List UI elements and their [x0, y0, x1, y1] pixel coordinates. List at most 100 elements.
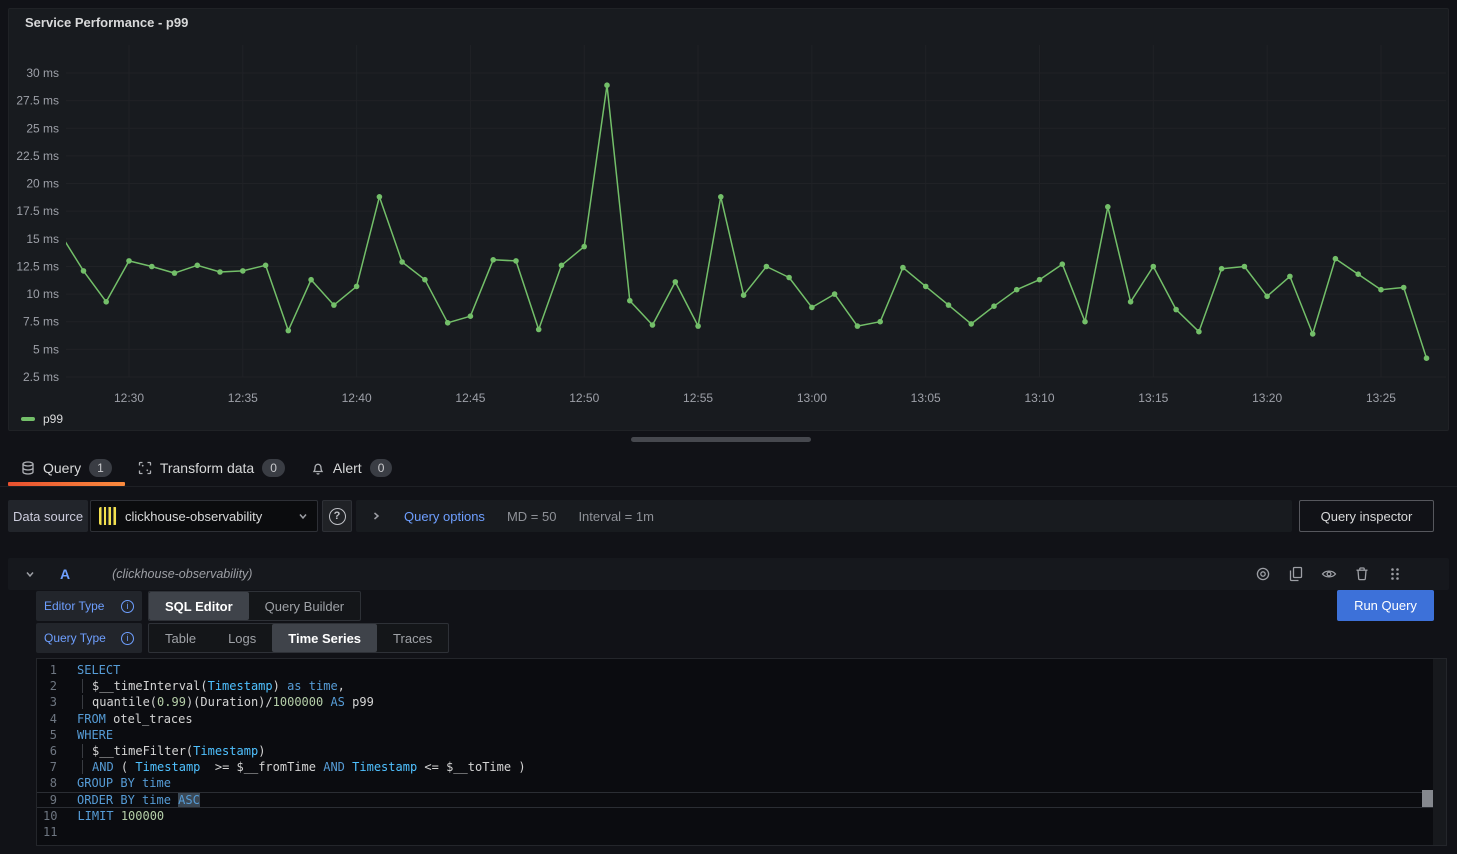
code-token: AND — [92, 760, 114, 774]
code-token: $__timeInterval( — [92, 679, 208, 693]
code-line[interactable]: 6 $__timeFilter(Timestamp) — [37, 743, 1433, 759]
query-type-traces[interactable]: Traces — [377, 624, 448, 652]
question-circle-icon: ? — [329, 508, 346, 525]
code-line[interactable]: 10LIMIT 100000 — [37, 808, 1433, 824]
tab-transform-data[interactable]: Transform data 0 — [125, 451, 298, 485]
data-point — [946, 302, 952, 308]
data-point — [1287, 274, 1293, 280]
code-line[interactable]: 3quantile(0.99)(Duration)/1000000 AS p99 — [37, 694, 1433, 710]
code-token: Timestamp — [352, 760, 417, 774]
data-point — [1014, 287, 1020, 293]
data-point — [1082, 319, 1088, 325]
data-point — [968, 321, 974, 327]
code-token: quantile( — [92, 695, 157, 709]
line-number: 6 — [43, 743, 57, 759]
x-axis-tick-label: 13:25 — [1366, 391, 1396, 405]
code-line[interactable]: 1SELECT — [37, 662, 1433, 678]
datasource-help-button[interactable]: ? — [322, 500, 352, 532]
legend-series-label[interactable]: p99 — [43, 412, 63, 426]
y-axis-tick-label: 2.5 ms — [23, 370, 59, 384]
editor-type-sql-editor[interactable]: SQL Editor — [149, 592, 249, 620]
code-line-text: AND ( Timestamp >= $__fromTime AND Times… — [77, 759, 526, 775]
eye-icon[interactable] — [1317, 562, 1341, 586]
tab-alert[interactable]: Alert 0 — [298, 451, 405, 485]
info-circle-icon[interactable]: i — [121, 632, 134, 645]
code-line-text: quantile(0.99)(Duration)/1000000 AS p99 — [77, 694, 374, 710]
code-line-text: $__timeFilter(Timestamp) — [77, 743, 265, 759]
code-token: FROM — [77, 712, 106, 726]
code-editor-scrollbar[interactable] — [1433, 658, 1447, 846]
timeseries-panel: Service Performance - p99 30 ms27.5 ms25… — [8, 8, 1449, 431]
query-row-header[interactable]: A (clickhouse-observability) — [8, 558, 1449, 590]
run-query-button[interactable]: Run Query — [1337, 590, 1434, 621]
code-line[interactable]: 11 — [37, 824, 1433, 840]
page-scrollbar-thumb[interactable] — [631, 437, 811, 442]
data-point — [1424, 355, 1430, 361]
query-type-time-series[interactable]: Time Series — [272, 624, 377, 652]
record-icon[interactable] — [1251, 562, 1275, 586]
tab-alert-count: 0 — [370, 459, 393, 477]
data-point — [1264, 294, 1270, 300]
code-token — [302, 679, 309, 693]
datasource-picker[interactable]: clickhouse-observability — [90, 500, 318, 532]
editor-type-query-builder[interactable]: Query Builder — [249, 592, 360, 620]
y-axis-tick-label: 15 ms — [26, 232, 59, 246]
query-options-bar[interactable]: Query options MD = 50 Interval = 1m — [356, 500, 1292, 532]
line-number: 1 — [43, 662, 57, 678]
query-type-table[interactable]: Table — [149, 624, 212, 652]
indent-guide — [82, 760, 92, 774]
y-axis-tick-label: 30 ms — [26, 66, 59, 80]
info-circle-icon[interactable]: i — [121, 600, 134, 613]
code-token: GROUP BY — [77, 776, 135, 790]
drag-handle-icon[interactable] — [1383, 562, 1407, 586]
code-line[interactable]: 7 AND ( Timestamp >= $__fromTime AND Time… — [37, 759, 1433, 775]
code-line-current[interactable]: 9ORDER BY time ASC — [37, 792, 1433, 808]
data-point — [1378, 287, 1384, 293]
x-axis-tick-label: 13:05 — [911, 391, 941, 405]
data-point — [331, 302, 337, 308]
indent-guide — [82, 679, 92, 693]
code-token: ASC — [178, 793, 200, 807]
code-token: AND — [323, 760, 345, 774]
timeseries-chart[interactable]: 30 ms27.5 ms25 ms22.5 ms20 ms17.5 ms15 m… — [9, 9, 1448, 430]
data-point — [581, 244, 587, 250]
code-token: , — [338, 679, 345, 693]
code-line[interactable]: 2$__timeInterval(Timestamp) as time, — [37, 678, 1433, 694]
code-line-text: WHERE — [77, 727, 113, 743]
tab-transform-label: Transform data — [160, 460, 254, 476]
query-type-logs[interactable]: Logs — [212, 624, 272, 652]
y-axis-tick-label: 12.5 ms — [16, 259, 59, 273]
code-token: <= $__toTime ) — [417, 760, 525, 774]
line-number: 7 — [43, 759, 57, 775]
query-inspector-button[interactable]: Query inspector — [1299, 500, 1434, 532]
code-line[interactable]: 4FROM otel_traces — [37, 711, 1433, 727]
code-token: AS — [330, 695, 344, 709]
code-token: Timestamp — [193, 744, 258, 758]
tab-query[interactable]: Query 1 — [8, 451, 125, 485]
code-token: time — [142, 793, 171, 807]
line-number: 5 — [43, 727, 57, 743]
code-token: >= $__fromTime — [200, 760, 323, 774]
data-point — [81, 268, 87, 274]
y-axis-tick-label: 27.5 ms — [16, 94, 59, 108]
collapse-chevron-icon[interactable] — [24, 568, 36, 580]
code-token: ) — [273, 679, 287, 693]
copy-icon[interactable] — [1284, 562, 1308, 586]
data-point — [263, 263, 269, 269]
data-point — [991, 303, 997, 309]
trash-icon[interactable] — [1350, 562, 1374, 586]
sql-code-editor[interactable]: 1SELECT2$__timeInterval(Timestamp) as ti… — [36, 658, 1433, 846]
data-point — [1355, 271, 1361, 277]
code-line[interactable]: 8GROUP BY time — [37, 775, 1433, 791]
data-point — [1310, 331, 1316, 337]
data-point — [1401, 285, 1407, 291]
legend-series-swatch — [21, 417, 35, 421]
data-point — [172, 270, 178, 276]
code-token: otel_traces — [106, 712, 193, 726]
code-token: as — [287, 679, 301, 693]
tab-alert-label: Alert — [333, 460, 362, 476]
query-options-link[interactable]: Query options — [404, 509, 485, 524]
code-line[interactable]: 5 WHERE — [37, 727, 1433, 743]
grafana-panel-edit-page: { "panel": { "title": "Service Performan… — [0, 0, 1457, 854]
code-token: )(Duration)/ — [186, 695, 273, 709]
